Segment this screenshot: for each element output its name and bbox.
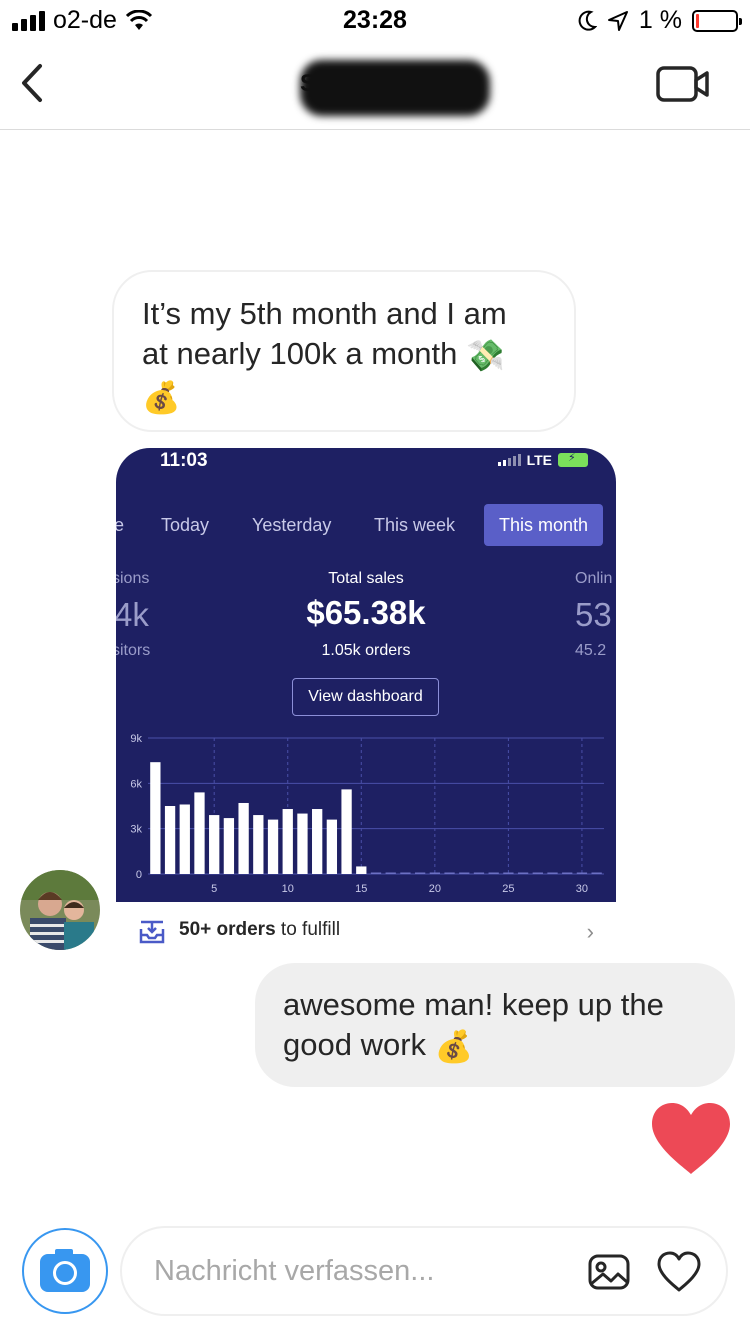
x-tick-label: 20 [429, 883, 441, 895]
moon-icon [578, 10, 597, 31]
x-tick-label: 5 [211, 883, 217, 895]
tab-this-week: This week [374, 515, 456, 535]
y-tick-label: 6k [130, 778, 142, 790]
chart-bar [562, 872, 573, 874]
money-with-wings-icon: 💸 [465, 337, 505, 373]
message-field [120, 1226, 728, 1316]
screenshot-time: 11:03 [160, 450, 208, 471]
attached-screenshot[interactable]: 11:03 LTE e Today Yesterday This week Th… [116, 448, 616, 902]
heart-icon[interactable] [648, 1100, 734, 1176]
period-tabs: e Today Yesterday This week This month [116, 504, 616, 546]
chart-bar [282, 809, 293, 874]
chart-bar [488, 872, 499, 874]
chart-bar [414, 872, 426, 874]
y-tick-label: 9k [130, 733, 142, 745]
back-button[interactable] [10, 58, 60, 108]
chart-bar [253, 815, 264, 874]
chart-bar [326, 819, 338, 874]
battery-percent: 1 % [638, 6, 682, 34]
avatar[interactable] [20, 870, 100, 950]
view-dashboard-button: View dashboard [292, 678, 439, 716]
chart-bar [312, 809, 323, 874]
chart-bar [473, 872, 485, 874]
mini-signal-icon [497, 454, 521, 466]
chart-bar [517, 872, 529, 874]
chart-bar [150, 762, 161, 874]
video-call-button[interactable] [656, 62, 710, 106]
incoming-message-bubble[interactable]: It’s my 5th month and I am at nearly 100… [112, 270, 576, 432]
status-bar: o2-de 23:28 1 % [0, 0, 750, 40]
fulfill-suffix: to fulfill [275, 919, 341, 940]
message-line-text: at nearly 100k a month [142, 336, 458, 371]
chart-bar [444, 872, 455, 874]
x-tick-label: 30 [576, 883, 588, 895]
orders-count: 1.05k orders [321, 642, 411, 659]
message-line: at nearly 100k a month 💸 [142, 334, 548, 376]
chart-bar [503, 872, 514, 874]
chart-bar [576, 872, 588, 874]
status-right: 1 % [577, 6, 742, 35]
message-input[interactable] [154, 1251, 554, 1291]
location-arrow-icon [607, 10, 628, 31]
chart-bar [267, 819, 279, 874]
chevron-right-icon: › [586, 919, 594, 944]
chart-bar [179, 804, 190, 874]
chart-bar [238, 802, 249, 874]
charging-battery-icon [558, 451, 588, 467]
chart-bar [547, 872, 558, 874]
money-bag-icon: 💰 [434, 1028, 474, 1064]
y-tick-label: 0 [136, 869, 142, 881]
battery-icon [692, 9, 742, 32]
message-line: It’s my 5th month and I am [142, 296, 507, 331]
money-bag-icon: 💰 [142, 379, 181, 415]
total-sales-label: Total sales [328, 570, 404, 587]
message-line: 💰 [142, 376, 548, 418]
chart-bar [429, 872, 440, 874]
inbox-download-icon [139, 920, 165, 944]
network-label: LTE [526, 452, 552, 468]
chart-bar [591, 872, 602, 874]
chart-bar [459, 872, 470, 874]
chart-bar [400, 872, 411, 874]
message-line: good work 💰 [283, 1025, 707, 1067]
chart-bar [341, 789, 352, 874]
camera-icon [40, 1249, 90, 1292]
chart-bar [209, 815, 220, 874]
chart-bar [385, 872, 396, 874]
redaction-scribble [300, 60, 490, 116]
y-tick-label: 3k [130, 824, 142, 836]
message-line: awesome man! keep up the [283, 987, 664, 1022]
tab-partial: e [116, 515, 125, 535]
fulfill-text: 50+ orders to fulfill [179, 919, 340, 941]
camera-button[interactable] [22, 1228, 108, 1314]
fulfill-count: 50+ orders [179, 919, 276, 940]
chart-bar [164, 806, 176, 874]
screenshot-status: LTE [497, 451, 588, 468]
metric-right-sub: 45.2 [575, 642, 607, 659]
tab-yesterday: Yesterday [252, 515, 332, 535]
chart-bar [223, 818, 235, 874]
metric-right-label: Onlin [575, 570, 613, 587]
sales-bar-chart: 0 3k 6k 9k 5 10 15 20 25 30 [130, 733, 604, 895]
message-line-text: good work [283, 1027, 427, 1062]
chart-bar [370, 872, 382, 874]
x-tick-label: 15 [355, 883, 367, 895]
message-composer [0, 1220, 750, 1334]
chat-header: S [0, 40, 750, 130]
total-sales-value: $65.38k [306, 594, 426, 631]
chart-bar [532, 872, 543, 874]
image-icon[interactable] [587, 1250, 631, 1294]
tab-today: Today [161, 515, 210, 535]
x-tick-label: 10 [282, 883, 294, 895]
chart-bar [297, 813, 308, 874]
metric-right-value: 53 [575, 596, 612, 633]
tab-this-month: This month [484, 504, 604, 546]
orders-to-fulfill-row[interactable]: 50+ orders to fulfill › [116, 902, 616, 958]
chart-bar [356, 866, 367, 874]
outgoing-message-bubble[interactable]: awesome man! keep up the good work 💰 [255, 963, 735, 1087]
x-tick-label: 25 [502, 883, 514, 895]
chart-bar [194, 792, 205, 874]
heart-outline-icon[interactable] [656, 1250, 702, 1294]
